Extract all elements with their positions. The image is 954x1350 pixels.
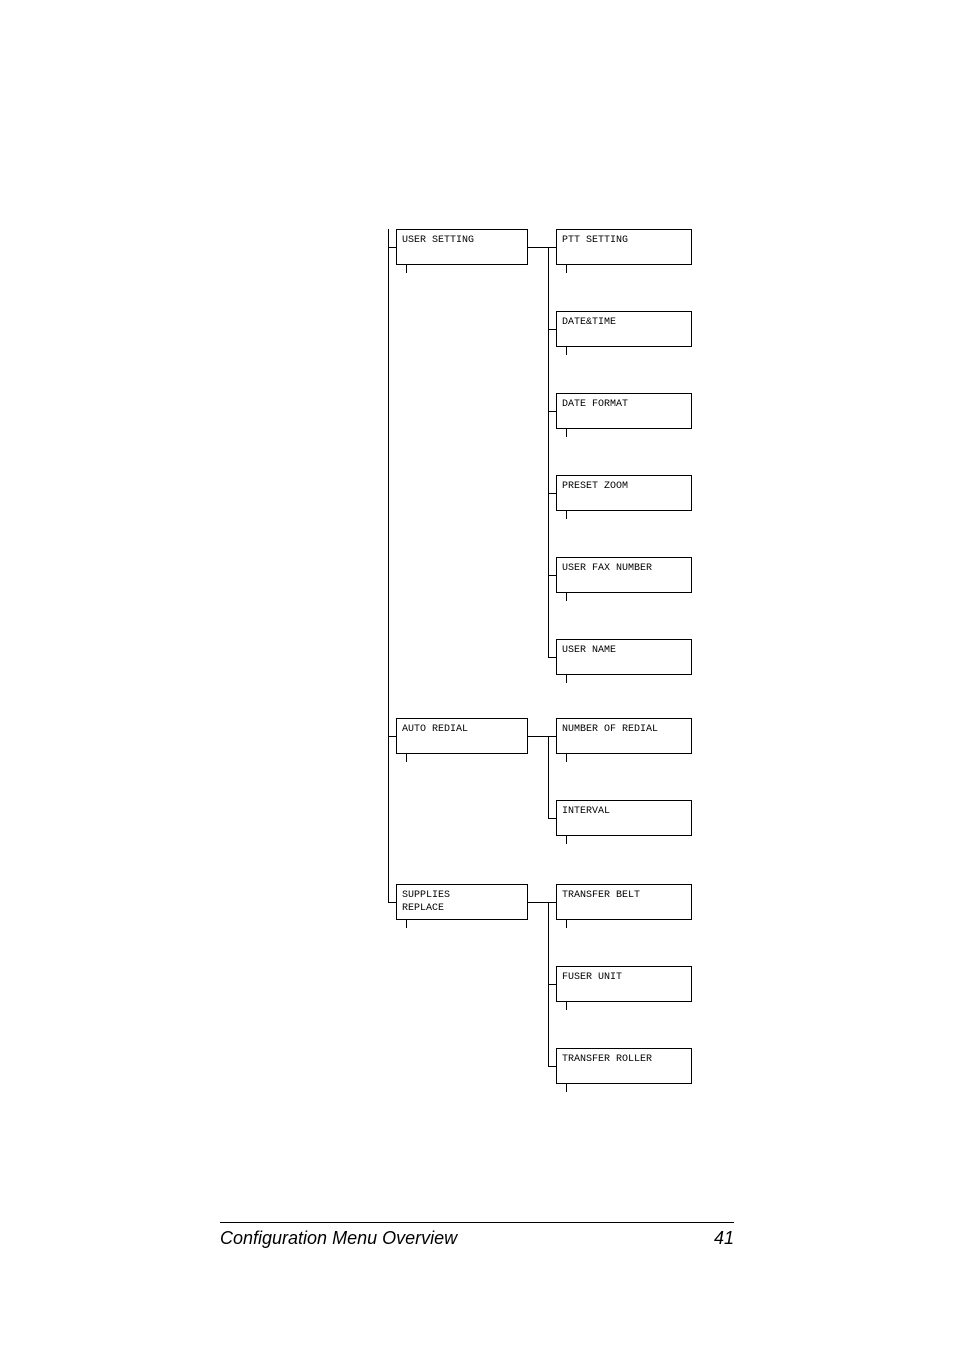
connector-line (548, 493, 556, 494)
connector-line (528, 247, 548, 248)
connector-line (388, 902, 396, 903)
connector-line (406, 265, 407, 273)
menu-date-time: DATE&TIME (556, 311, 692, 347)
menu-date-format: DATE FORMAT (556, 393, 692, 429)
connector-line (548, 818, 556, 819)
menu-preset-zoom: PRESET ZOOM (556, 475, 692, 511)
menu-transfer-belt: TRANSFER BELT (556, 884, 692, 920)
connector-line (566, 1002, 567, 1010)
connector-line (548, 575, 556, 576)
connector-line (548, 736, 549, 818)
connector-line (566, 593, 567, 601)
connector-line (388, 247, 396, 248)
connector-line (548, 247, 556, 248)
connector-line (406, 754, 407, 762)
menu-tree-diagram: USER SETTING AUTO REDIAL SUPPLIES REPLAC… (0, 0, 954, 1350)
footer-divider (220, 1222, 734, 1223)
connector-line (566, 675, 567, 683)
connector-line (548, 902, 556, 903)
menu-user-setting: USER SETTING (396, 229, 528, 265)
connector-line (548, 411, 556, 412)
connector-line (566, 1084, 567, 1092)
connector-line (388, 736, 396, 737)
connector-line (548, 329, 556, 330)
connector-line (566, 754, 567, 762)
menu-supplies-replace: SUPPLIES REPLACE (396, 884, 528, 920)
menu-user-fax-number: USER FAX NUMBER (556, 557, 692, 593)
connector-line (566, 836, 567, 844)
connector-line (528, 736, 548, 737)
menu-number-of-redial: NUMBER OF REDIAL (556, 718, 692, 754)
footer-page-number: 41 (714, 1228, 734, 1249)
connector-line (548, 1066, 556, 1067)
menu-fuser-unit: FUSER UNIT (556, 966, 692, 1002)
connector-line (566, 265, 567, 273)
connector-line (548, 736, 556, 737)
connector-line (388, 229, 389, 902)
connector-line (566, 347, 567, 355)
footer-title: Configuration Menu Overview (220, 1228, 457, 1249)
connector-line (548, 657, 556, 658)
menu-transfer-roller: TRANSFER ROLLER (556, 1048, 692, 1084)
menu-ptt-setting: PTT SETTING (556, 229, 692, 265)
menu-interval: INTERVAL (556, 800, 692, 836)
connector-line (548, 984, 556, 985)
page: USER SETTING AUTO REDIAL SUPPLIES REPLAC… (0, 0, 954, 1350)
connector-line (566, 920, 567, 928)
connector-line (566, 429, 567, 437)
page-footer: Configuration Menu Overview 41 (220, 1228, 734, 1249)
connector-line (548, 247, 549, 657)
connector-line (406, 920, 407, 928)
menu-auto-redial: AUTO REDIAL (396, 718, 528, 754)
connector-line (528, 902, 548, 903)
menu-user-name: USER NAME (556, 639, 692, 675)
connector-line (566, 511, 567, 519)
